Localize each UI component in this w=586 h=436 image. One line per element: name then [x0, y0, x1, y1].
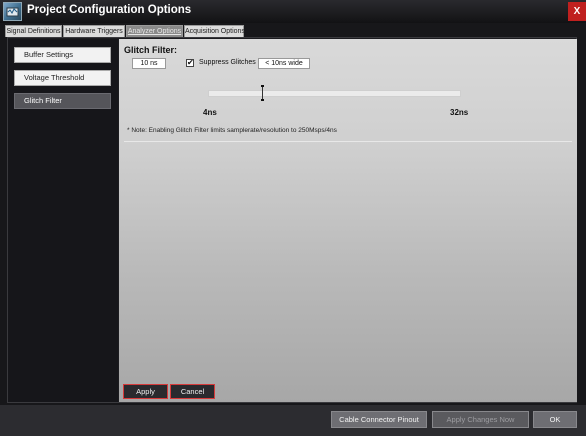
tab-strip: Signal Definitions Hardware Triggers Ana…: [5, 25, 582, 37]
sidebar-item-buffer-settings[interactable]: Buffer Settings: [14, 47, 111, 63]
title-bar: Project Configuration Options X: [0, 0, 586, 23]
suppress-glitches-checkbox[interactable]: ✔: [186, 59, 194, 67]
tab-hardware-triggers[interactable]: Hardware Triggers: [63, 25, 125, 37]
glitch-value-field[interactable]: 10 ns: [132, 58, 166, 69]
tab-analyzer-options[interactable]: Analyzer Options: [126, 25, 183, 37]
divider: [124, 141, 572, 142]
slider-min-label: 4ns: [203, 108, 217, 117]
samplerate-note: * Note: Enabling Glitch Filter limits sa…: [127, 127, 337, 134]
slider-max-label: 32ns: [450, 108, 469, 117]
sidebar-item-glitch-filter[interactable]: Glitch Filter: [14, 93, 111, 109]
apply-changes-now-button[interactable]: Apply Changes Now: [432, 411, 529, 428]
project-configuration-window: Project Configuration Options X Signal D…: [0, 0, 586, 436]
cancel-button[interactable]: Cancel: [170, 384, 215, 399]
glitch-slider-handle[interactable]: [261, 85, 264, 101]
close-button[interactable]: X: [568, 2, 586, 21]
sidebar-item-voltage-threshold[interactable]: Voltage Threshold: [14, 70, 111, 86]
tab-acquisition-options[interactable]: Acquisition Options: [184, 25, 245, 37]
cable-connector-pinout-button[interactable]: Cable Connector Pinout: [331, 411, 427, 428]
tab-signal-definitions[interactable]: Signal Definitions: [5, 25, 62, 37]
ok-button[interactable]: OK: [533, 411, 577, 428]
suppress-glitches-label: Suppress Glitches: [199, 59, 256, 66]
window-title: Project Configuration Options: [27, 4, 192, 16]
app-logo-icon: [3, 2, 22, 21]
options-sidebar: Buffer Settings Voltage Threshold Glitch…: [8, 39, 118, 402]
glitch-slider-track[interactable]: [208, 90, 461, 97]
apply-button[interactable]: Apply: [123, 384, 168, 399]
footer-bar: Cable Connector Pinout Apply Changes Now…: [0, 405, 586, 436]
glitch-width-field: < 10ns wide: [258, 58, 310, 69]
panel-title: Glitch Filter:: [124, 45, 178, 55]
glitch-filter-panel: Glitch Filter: 10 ns ✔ Suppress Glitches…: [119, 39, 577, 402]
